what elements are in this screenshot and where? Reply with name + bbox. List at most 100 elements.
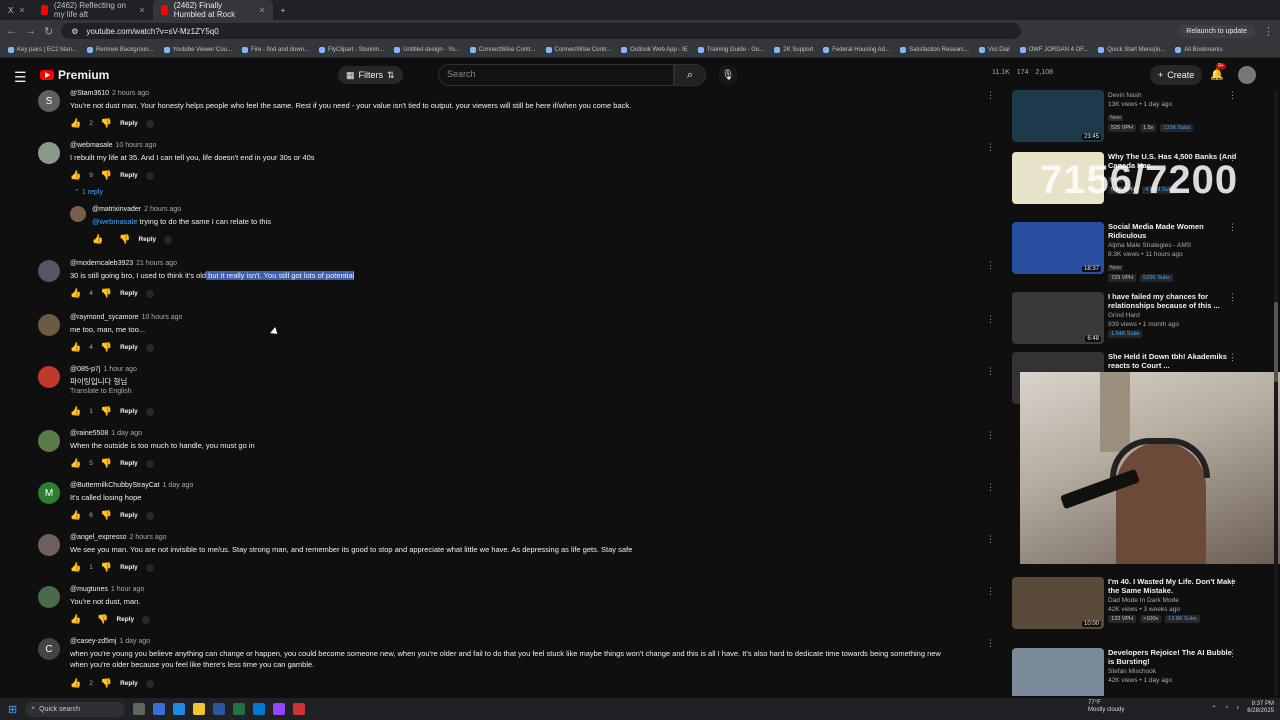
account-avatar[interactable] (1238, 66, 1256, 84)
creator-heart-icon[interactable] (145, 407, 154, 416)
comment-time[interactable]: 1 hour ago (111, 586, 144, 593)
bookmark-item[interactable]: All Bookmarks (1175, 46, 1223, 53)
comment-more-icon[interactable]: ⋮ (986, 586, 995, 597)
comment-author[interactable]: @raymond_sycamore (70, 314, 139, 321)
reply-button[interactable]: Reply (120, 408, 138, 415)
creator-heart-icon[interactable] (145, 563, 154, 572)
translate-link[interactable]: Translate to English (70, 388, 132, 395)
obs-icon[interactable] (293, 703, 306, 715)
comment-author[interactable]: @webmasale (70, 142, 113, 149)
bookmark-item[interactable]: FlyClipart - Stunnin... (319, 46, 384, 53)
bookmark-item[interactable]: Remove Backgroun... (86, 46, 154, 53)
comment-more-icon[interactable]: ⋮ (986, 314, 995, 325)
comment-author[interactable]: @mugtunes (70, 586, 108, 593)
video-title[interactable]: Social Media Made Women Ridiculous (1108, 222, 1238, 240)
dislike-icon[interactable]: 👎 (97, 614, 108, 625)
video-thumbnail[interactable] (1012, 648, 1104, 696)
excel-icon[interactable] (233, 703, 246, 715)
video-channel[interactable]: Devin Nash (1108, 92, 1238, 99)
comment-more-icon[interactable]: ⋮ (986, 366, 995, 377)
like-icon[interactable]: 👍 (70, 342, 81, 353)
comment-time[interactable]: 1 day ago (111, 430, 142, 437)
dislike-icon[interactable]: 👎 (101, 510, 112, 521)
avatar[interactable] (38, 314, 60, 336)
close-tab-icon[interactable]: × (259, 5, 264, 15)
dislike-icon[interactable]: 👎 (101, 406, 112, 417)
video-channel[interactable]: Stefan Mischook (1108, 668, 1238, 675)
reply-button[interactable]: Reply (120, 120, 138, 127)
creator-heart-icon[interactable] (142, 615, 151, 624)
video-more-icon[interactable]: ⋮ (1228, 352, 1237, 363)
comment-more-icon[interactable]: ⋮ (986, 90, 995, 101)
video-more-icon[interactable]: ⋮ (1228, 90, 1237, 101)
video-more-icon[interactable]: ⋮ (1228, 648, 1237, 659)
video-thumbnail[interactable]: 6:48 (1012, 292, 1104, 344)
creator-heart-icon[interactable] (145, 679, 154, 688)
bookmark-item[interactable]: Vici Dial (979, 46, 1010, 53)
bookmark-item[interactable]: ConnectWise Contr... (545, 46, 611, 53)
avatar[interactable] (38, 260, 60, 282)
dislike-icon[interactable]: 👎 (101, 562, 112, 573)
comment-mention[interactable]: @webmasale (92, 217, 138, 226)
comment-time[interactable]: 1 day ago (119, 638, 150, 645)
comment-author[interactable]: @matrixinvader (92, 206, 141, 213)
dislike-icon[interactable]: 👎 (119, 234, 130, 245)
video-title[interactable]: I have failed my chances for relationshi… (1108, 292, 1238, 310)
comment-author[interactable]: @085-p7j (70, 366, 100, 373)
forward-icon[interactable]: → (25, 25, 36, 37)
like-icon[interactable]: 👍 (70, 288, 81, 299)
video-thumbnail[interactable]: 23:45 (1012, 90, 1104, 142)
outlook-icon[interactable] (253, 703, 266, 715)
avatar[interactable]: S (38, 90, 60, 112)
reply-button[interactable]: Reply (138, 236, 156, 243)
like-icon[interactable]: 👍 (70, 406, 81, 417)
comment-time[interactable]: 21 hours ago (136, 260, 177, 267)
bookmark-item[interactable]: 2K Support (774, 46, 813, 53)
like-icon[interactable]: 👍 (70, 118, 81, 129)
file-explorer-icon[interactable] (193, 703, 206, 715)
relaunch-button[interactable]: Relaunch to update (1178, 24, 1255, 38)
comment-author[interactable]: @Stam3610 (70, 90, 109, 97)
bookmark-item[interactable]: OWF JORDAN 4 OF... (1019, 46, 1088, 53)
comment-time[interactable]: 10 hours ago (116, 142, 157, 149)
creator-heart-icon[interactable] (145, 511, 154, 520)
comment-time[interactable]: 2 hours ago (144, 206, 181, 213)
chrome-icon[interactable] (173, 703, 186, 715)
dislike-icon[interactable]: 👎 (101, 678, 112, 689)
comment-author[interactable]: @moderncaleb3923 (70, 260, 133, 267)
creator-heart-icon[interactable] (164, 235, 173, 244)
dislike-icon[interactable]: 👎 (101, 118, 112, 129)
comment-time[interactable]: 1 day ago (163, 482, 194, 489)
dislike-icon[interactable]: 👎 (101, 342, 112, 353)
comment-time[interactable]: 2 hours ago (130, 534, 167, 541)
hamburger-menu-icon[interactable]: ☰ (14, 69, 27, 86)
word-icon[interactable] (213, 703, 226, 715)
reply-button[interactable]: Reply (120, 460, 138, 467)
avatar[interactable] (38, 366, 60, 388)
microphone-icon[interactable]: 🎙 (718, 65, 738, 85)
video-thumbnail[interactable]: 18:37 (1012, 222, 1104, 274)
reload-icon[interactable]: ↻ (44, 25, 53, 38)
dislike-icon[interactable]: 👎 (101, 170, 112, 181)
comment-time[interactable]: 1 hour ago (103, 366, 136, 373)
video-channel[interactable]: Alpha Male Strategies - AMS (1108, 242, 1238, 249)
taskbar-search[interactable]: ⌕ Quick search (25, 701, 126, 717)
like-icon[interactable]: 👍 (70, 458, 81, 469)
browser-menu-icon[interactable]: ⋮ (1263, 25, 1274, 38)
comment-author[interactable]: @ButtermilkChubbyStrayCat (70, 482, 160, 489)
like-icon[interactable]: 👍 (70, 170, 81, 181)
reply-button[interactable]: Reply (120, 344, 138, 351)
reply-button[interactable]: Reply (120, 172, 138, 179)
edge-icon[interactable] (153, 703, 166, 715)
reply-button[interactable]: Reply (120, 290, 138, 297)
bookmark-item[interactable]: Youtube Viewer Cou... (163, 46, 232, 53)
close-tab-icon[interactable]: × (19, 5, 24, 15)
tab-reflecting[interactable]: (2462) Reflecting on my life aft × (33, 0, 153, 20)
site-info-icon[interactable]: ⚙ (71, 27, 78, 36)
comment-more-icon[interactable]: ⋮ (986, 638, 995, 649)
bookmark-item[interactable]: Fire - find and down... (242, 46, 309, 53)
bookmark-item[interactable]: Key pairs | EC2 Man... (8, 46, 77, 53)
new-tab-button[interactable]: + (273, 0, 294, 20)
wifi-icon[interactable]: ◔ (1225, 705, 1229, 711)
dislike-icon[interactable]: 👎 (101, 288, 112, 299)
